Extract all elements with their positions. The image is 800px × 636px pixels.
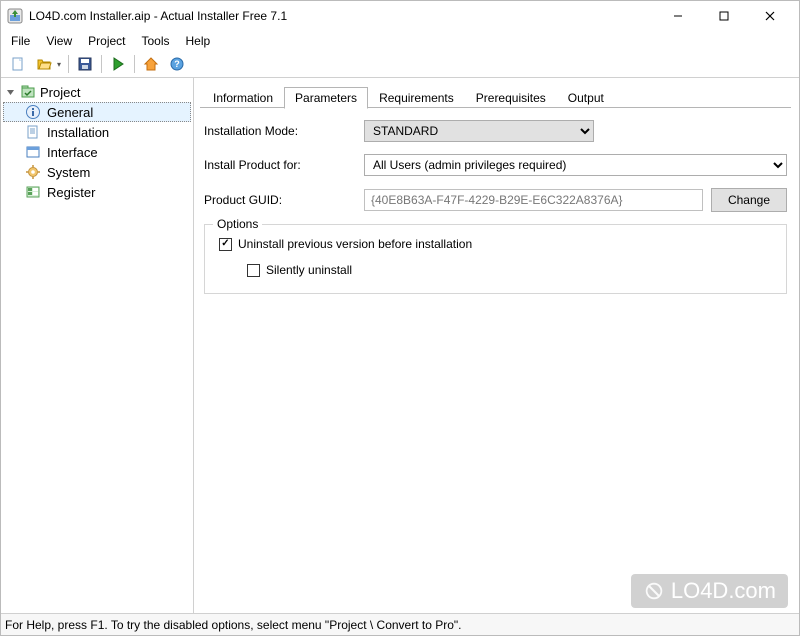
app-icon [7,8,23,24]
product-guid-input[interactable] [364,189,703,211]
options-legend: Options [213,217,262,231]
sidebar-item-label: Installation [47,125,109,140]
menu-view[interactable]: View [38,32,80,50]
sidebar-tree: Project General Installation Interface [1,78,194,613]
install-mode-select[interactable]: STANDARD [364,120,594,142]
open-button[interactable] [32,53,56,75]
window-title: LO4D.com Installer.aip - Actual Installe… [29,9,655,23]
install-mode-label: Installation Mode: [204,124,364,138]
silent-uninstall-label: Silently uninstall [266,263,352,277]
toolbar-separator [134,55,135,73]
status-bar: For Help, press F1. To try the disabled … [1,613,799,635]
install-for-select[interactable]: All Users (admin privileges required) [364,154,787,176]
toolbar: ▾ ? [1,51,799,78]
sidebar-item-general[interactable]: General [3,102,191,122]
maximize-button[interactable] [701,1,747,31]
file-icon [25,124,41,140]
sidebar-item-installation[interactable]: Installation [3,122,191,142]
new-button[interactable] [6,53,30,75]
silent-uninstall-checkbox[interactable] [247,264,260,277]
sidebar-item-label: Interface [47,145,98,160]
watermark: LO4D.com [631,574,788,608]
svg-text:?: ? [174,59,180,69]
sidebar-root-project[interactable]: Project [3,82,191,102]
install-for-label: Install Product for: [204,158,364,172]
open-dropdown-icon[interactable]: ▾ [57,60,65,69]
info-icon [25,104,41,120]
options-group: Options Uninstall previous version befor… [204,224,787,294]
menu-bar: File View Project Tools Help [1,31,799,51]
toolbar-separator [101,55,102,73]
uninstall-prev-checkbox[interactable] [219,238,232,251]
gear-icon [25,164,41,180]
minimize-button[interactable] [655,1,701,31]
close-button[interactable] [747,1,793,31]
tab-information[interactable]: Information [202,87,284,108]
sidebar-item-register[interactable]: Register [3,182,191,202]
toolbar-separator [68,55,69,73]
sidebar-item-label: Register [47,185,95,200]
sidebar-item-interface[interactable]: Interface [3,142,191,162]
uninstall-prev-label: Uninstall previous version before instal… [238,237,472,251]
tab-requirements[interactable]: Requirements [368,87,465,108]
watermark-text: LO4D.com [671,578,776,604]
save-button[interactable] [73,53,97,75]
sidebar-root-label: Project [40,85,80,100]
tab-row: Information Parameters Requirements Prer… [202,84,791,108]
sidebar-item-system[interactable]: System [3,162,191,182]
status-text: For Help, press F1. To try the disabled … [5,618,462,632]
window-icon [25,144,41,160]
change-button[interactable]: Change [711,188,787,212]
project-icon [20,84,36,100]
collapse-icon[interactable] [5,87,16,98]
sidebar-item-label: General [47,105,93,120]
tab-prerequisites[interactable]: Prerequisites [465,87,557,108]
menu-help[interactable]: Help [178,32,219,50]
menu-project[interactable]: Project [80,32,133,50]
home-button[interactable] [139,53,163,75]
menu-tools[interactable]: Tools [134,32,178,50]
sidebar-item-label: System [47,165,90,180]
product-guid-label: Product GUID: [204,193,364,207]
help-button[interactable]: ? [165,53,189,75]
content-pane: Information Parameters Requirements Prer… [194,78,799,613]
registry-icon [25,184,41,200]
menu-file[interactable]: File [3,32,38,50]
run-button[interactable] [106,53,130,75]
tab-parameters[interactable]: Parameters [284,87,368,109]
title-bar: LO4D.com Installer.aip - Actual Installe… [1,1,799,31]
tab-output[interactable]: Output [557,87,615,108]
